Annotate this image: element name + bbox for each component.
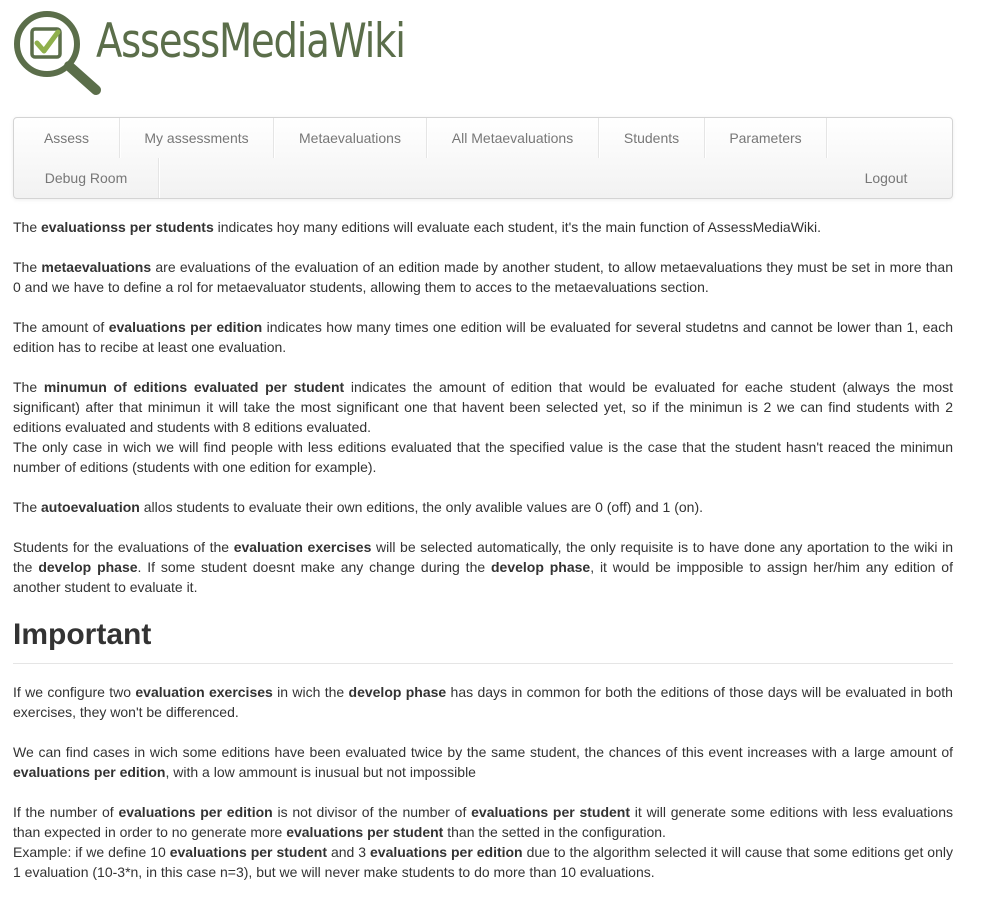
help-paragraph: The evaluationss per students indicates … [13,217,953,237]
bold-term: evaluations per student [471,804,631,820]
nav-my-assessments[interactable]: My assessments [120,118,274,158]
nav-assess[interactable]: Assess [14,118,120,158]
paragraph-text: than the setted in the configuration. [443,824,666,840]
paragraph-text: If the number of [13,804,119,820]
paragraph-text: is not divisor of the number of [272,804,472,820]
main-content: The evaluationss per students indicates … [13,217,953,902]
bold-term: evaluations per edition [370,844,523,860]
bold-term: evaluations per edition [118,804,273,820]
paragraph-text: and 3 [327,844,371,860]
bold-term: evaluations per student [286,824,444,840]
help-paragraph: The minumun of editions evaluated per st… [13,377,953,477]
help-paragraph: Students for the evaluations of the eval… [13,537,953,597]
nav-parameters[interactable]: Parameters [705,118,827,158]
paragraph-text: The [13,499,42,515]
help-paragraph: The amount of evaluations per edition in… [13,317,953,357]
bold-term: develop phase [490,559,591,575]
bold-term: develop phase [348,684,447,700]
nav-logout[interactable]: Logout [843,158,929,198]
bold-term: evaluations per edition [13,764,166,780]
bold-term: evaluationss per students [41,219,214,235]
nav-debug-room[interactable]: Debug Room [14,158,159,198]
bold-term: develop phase [38,559,138,575]
paragraph-text: allos students to evaluate their own edi… [139,499,703,515]
site-logo-text: AssessMediaWiki [96,14,406,69]
help-paragraph: If we configure two evaluation exercises… [13,682,953,722]
parameters-help: The evaluationss per students indicates … [13,217,953,597]
bold-term: evaluation exercises [135,684,273,700]
nav-metaevaluations[interactable]: Metaevaluations [274,118,427,158]
paragraph-text: . If some student doesnt make any change… [137,559,491,575]
paragraph-text: , with a low ammount is inusual but not … [165,764,476,780]
paragraph-text: We can find cases in wich some editions … [13,744,953,760]
bold-term: evaluations per edition [108,319,263,335]
paragraph-text: are evaluations of the evaluation of an … [13,259,954,295]
bold-term: evaluation exercises [233,539,372,555]
magnifier-checkbox-icon [14,11,101,95]
paragraph-text: The [13,219,42,235]
paragraph-text: The [13,259,42,275]
paragraph-text: Students for the evaluations of the [13,539,234,555]
paragraph-text: indicates hoy many editions will evaluat… [213,219,822,235]
help-paragraph: The metaevaluations are evaluations of t… [13,257,953,297]
help-paragraph: The autoevaluation allos students to eva… [13,497,953,517]
help-paragraph: If the number of evaluations per edition… [13,802,953,882]
bold-term: metaevaluations [41,259,152,275]
nav-all-metaevaluations[interactable]: All Metaevaluations [427,118,599,158]
paragraph-text: in wich the [272,684,349,700]
paragraph-text: The only case in wich we will find peopl… [13,439,953,475]
bold-term: evaluations per student [169,844,328,860]
important-heading: Important [13,617,953,664]
site-logo[interactable]: AssessMediaWiki [12,10,406,96]
important-notes: If we configure two evaluation exercises… [13,682,953,882]
nav-students[interactable]: Students [599,118,705,158]
main-navbar: Assess My assessments Metaevaluations Al… [13,117,953,199]
paragraph-text: Example: if we define 10 [13,844,170,860]
paragraph-text: The amount of [13,319,109,335]
help-paragraph: We can find cases in wich some editions … [13,742,953,782]
bold-term: autoevaluation [41,499,140,515]
bold-term: minumun of editions evaluated per studen… [43,379,345,395]
paragraph-text: If we configure two [13,684,136,700]
paragraph-text: The [13,379,44,395]
